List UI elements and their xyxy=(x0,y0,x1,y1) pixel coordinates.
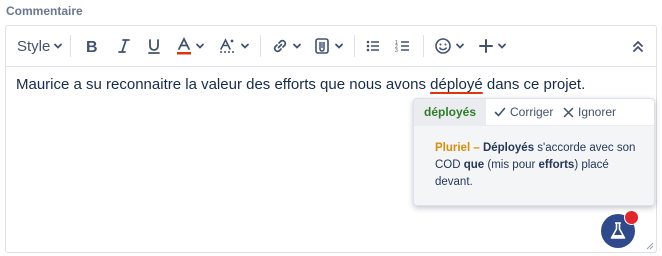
emoji-icon xyxy=(435,38,451,54)
suggestion-explanation: Pluriel – Déployés s'accorde avec son CO… xyxy=(435,140,645,191)
style-dropdown-label: Style xyxy=(17,37,51,55)
bold-button[interactable]: B xyxy=(84,34,100,58)
toolbar-divider xyxy=(260,35,261,57)
resize-handle-icon[interactable] xyxy=(646,242,654,250)
ignore-button-label: Ignorer xyxy=(578,105,617,119)
link-icon xyxy=(273,39,287,53)
explanation-bold: efforts xyxy=(538,159,575,171)
explanation-text: (mis pour xyxy=(484,159,539,171)
explanation-bold: que xyxy=(463,159,485,171)
correct-button-label: Corriger xyxy=(510,105,554,119)
editor-text-before: Maurice a su reconnaitre la valeur des e… xyxy=(16,76,431,93)
attachment-icon xyxy=(315,38,329,54)
bold-icon: B xyxy=(86,39,98,54)
chevron-down-icon xyxy=(196,43,204,49)
collapse-icon xyxy=(633,40,643,52)
notification-badge xyxy=(624,210,639,225)
text-format-icon xyxy=(220,38,236,53)
italic-icon xyxy=(118,39,130,53)
insert-more-button[interactable] xyxy=(478,34,507,58)
numbered-list-icon: 123 xyxy=(395,40,409,54)
chevron-down-icon xyxy=(456,43,464,49)
chevron-down-icon xyxy=(498,43,506,49)
emoji-button[interactable] xyxy=(434,34,465,58)
toolbar-divider xyxy=(70,35,71,57)
editor-text-after: dans ce projet. xyxy=(482,76,586,93)
editor-content[interactable]: Maurice a su reconnaitre la valeur des e… xyxy=(16,76,585,93)
svg-text:B: B xyxy=(86,39,98,54)
text-color-icon xyxy=(177,37,191,55)
editor-toolbar: Style B 1 2 3 xyxy=(6,26,656,67)
correct-button[interactable]: Corriger xyxy=(494,99,553,125)
close-icon xyxy=(563,107,574,117)
attachment-button[interactable] xyxy=(313,34,344,58)
style-dropdown[interactable]: Style xyxy=(17,34,63,58)
italic-button[interactable] xyxy=(116,34,132,58)
toolbar-divider xyxy=(354,35,355,57)
toolbar-divider xyxy=(423,35,424,57)
text-format-button[interactable] xyxy=(219,34,250,58)
popup-header: déployés Corriger Ignorer xyxy=(414,99,654,126)
chevron-down-icon xyxy=(293,43,301,49)
rule-kind: Pluriel – xyxy=(435,142,480,154)
grammar-suggestion-popup: déployés Corriger Ignorer Pluriel – Dépl… xyxy=(413,98,655,206)
underline-button[interactable] xyxy=(146,34,162,58)
chevron-down-icon xyxy=(335,43,343,49)
chevron-down-icon xyxy=(54,43,63,49)
plus-icon xyxy=(479,39,493,53)
link-button[interactable] xyxy=(271,34,302,58)
text-color-button[interactable] xyxy=(176,34,205,58)
numbered-list-button[interactable]: 123 xyxy=(395,34,411,58)
ignore-button[interactable]: Ignorer xyxy=(563,99,616,125)
svg-text:3: 3 xyxy=(395,48,398,54)
underline-icon xyxy=(148,39,160,54)
bullet-list-icon xyxy=(366,40,379,52)
check-icon xyxy=(494,107,506,117)
flask-icon xyxy=(610,222,626,239)
bullet-list-button[interactable] xyxy=(365,34,381,58)
suggestion-button[interactable]: déployés xyxy=(414,99,486,125)
collapse-toolbar-button[interactable] xyxy=(632,34,644,58)
explanation-bold: Déployés xyxy=(482,142,535,154)
chevron-down-icon xyxy=(241,43,249,49)
field-label: Commentaire xyxy=(6,4,83,18)
misspelled-word[interactable]: déployé xyxy=(430,76,483,93)
